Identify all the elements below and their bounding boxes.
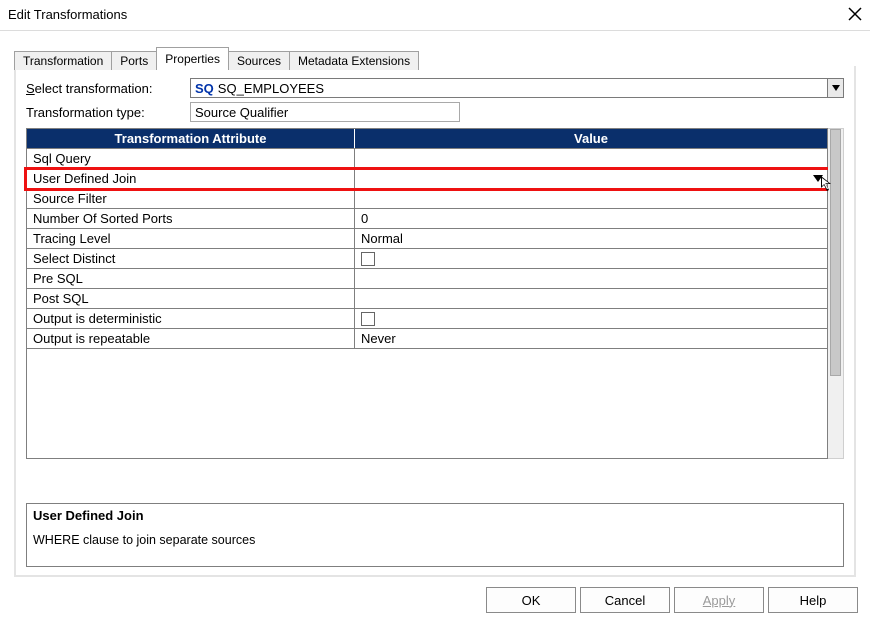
- table-row[interactable]: Sql Query: [27, 148, 827, 168]
- tab-properties[interactable]: Properties: [156, 47, 229, 68]
- table-row[interactable]: Select Distinct: [27, 248, 827, 268]
- cell-value[interactable]: [355, 289, 827, 308]
- cell-attribute: Post SQL: [27, 289, 355, 308]
- select-transformation-label: Select transformation:: [26, 81, 190, 96]
- transformation-type-value: Source Qualifier: [190, 102, 460, 122]
- checkbox[interactable]: [361, 252, 375, 266]
- select-transformation-combo[interactable]: SQ SQ_EMPLOYEES: [190, 78, 844, 98]
- vertical-scrollbar[interactable]: [828, 128, 844, 459]
- checkbox[interactable]: [361, 312, 375, 326]
- description-text: WHERE clause to join separate sources: [33, 533, 837, 547]
- table-row[interactable]: Number Of Sorted Ports 0: [27, 208, 827, 228]
- tab-metadata-extensions[interactable]: Metadata Extensions: [289, 51, 419, 70]
- cell-attribute: Output is repeatable: [27, 329, 355, 348]
- titlebar-separator: [0, 30, 870, 31]
- window-title: Edit Transformations: [8, 7, 127, 22]
- cell-value-text: Normal: [361, 231, 403, 246]
- description-title: User Defined Join: [33, 508, 837, 523]
- cell-attribute: Sql Query: [27, 149, 355, 168]
- cell-value[interactable]: [355, 249, 827, 268]
- table-row[interactable]: Tracing Level Normal: [27, 228, 827, 248]
- table-row[interactable]: Post SQL: [27, 288, 827, 308]
- tab-ports[interactable]: Ports: [111, 51, 157, 70]
- table-row[interactable]: Source Filter: [27, 188, 827, 208]
- ok-button[interactable]: OK: [486, 587, 576, 613]
- cell-attribute: Number Of Sorted Ports: [27, 209, 355, 228]
- cell-value[interactable]: [355, 189, 827, 208]
- cell-value[interactable]: [355, 269, 827, 288]
- cell-attribute: Output is deterministic: [27, 309, 355, 328]
- close-icon[interactable]: [848, 7, 862, 21]
- cell-value[interactable]: Never: [355, 329, 827, 348]
- button-bar: OK Cancel Apply Help: [486, 587, 858, 613]
- apply-button: Apply: [674, 587, 764, 613]
- client-area: Select transformation: SQ SQ_EMPLOYEES T…: [14, 66, 856, 577]
- chevron-down-icon[interactable]: [827, 79, 843, 97]
- help-button[interactable]: Help: [768, 587, 858, 613]
- tab-transformation[interactable]: Transformation: [14, 51, 112, 70]
- cancel-button[interactable]: Cancel: [580, 587, 670, 613]
- cell-value[interactable]: Normal: [355, 229, 827, 248]
- scrollbar-thumb[interactable]: [830, 129, 841, 376]
- cell-attribute: Pre SQL: [27, 269, 355, 288]
- grid-header: Transformation Attribute Value: [27, 129, 827, 148]
- cell-value-text: 0: [361, 211, 368, 226]
- tab-sources[interactable]: Sources: [228, 51, 290, 70]
- grid-header-attr: Transformation Attribute: [27, 129, 355, 148]
- cell-attribute: Tracing Level: [27, 229, 355, 248]
- grid-empty-area: [27, 348, 827, 458]
- chevron-down-icon[interactable]: [811, 171, 825, 185]
- cell-value-text: Never: [361, 331, 396, 346]
- transformation-type-label: Transformation type:: [26, 105, 190, 120]
- sq-prefix: SQ: [191, 81, 214, 96]
- table-row[interactable]: Output is repeatable Never: [27, 328, 827, 348]
- grid-header-val: Value: [355, 129, 827, 148]
- tabstrip: Transformation Ports Properties Sources …: [14, 48, 418, 68]
- description-panel: User Defined Join WHERE clause to join s…: [26, 503, 844, 567]
- titlebar: Edit Transformations: [0, 0, 870, 28]
- table-row[interactable]: Pre SQL: [27, 268, 827, 288]
- cell-value[interactable]: [355, 149, 827, 168]
- properties-grid: Transformation Attribute Value Sql Query…: [26, 128, 828, 459]
- cell-value[interactable]: [355, 169, 827, 188]
- cell-value[interactable]: [355, 309, 827, 328]
- table-row[interactable]: Output is deterministic: [27, 308, 827, 328]
- cell-attribute: Source Filter: [27, 189, 355, 208]
- cell-attribute: Select Distinct: [27, 249, 355, 268]
- select-transformation-value: SQ_EMPLOYEES: [214, 81, 324, 96]
- cell-attribute: User Defined Join: [27, 169, 355, 188]
- cell-value[interactable]: 0: [355, 209, 827, 228]
- table-row[interactable]: User Defined Join: [27, 168, 827, 188]
